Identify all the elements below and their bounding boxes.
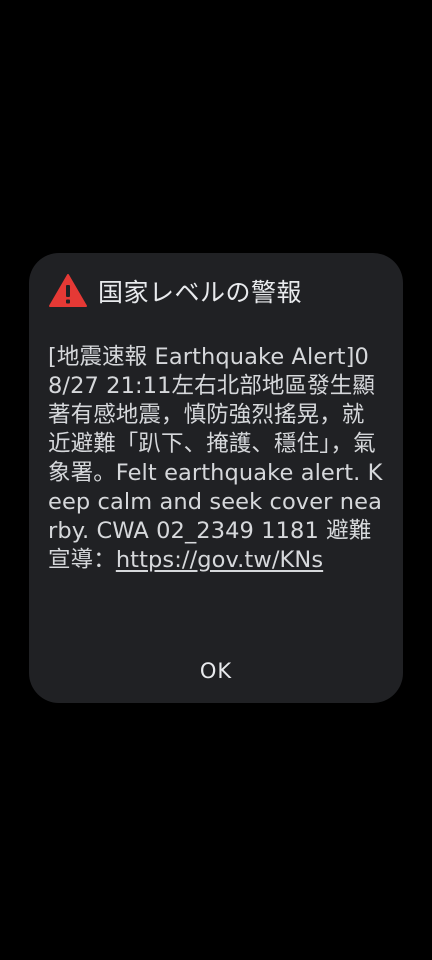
warning-triangle-icon [49,274,87,307]
dialog-actions: OK [29,653,403,689]
alert-message-text: [地震速報 Earthquake Alert]08/27 21:11左右北部地區… [48,344,383,573]
alert-message: [地震速報 Earthquake Alert]08/27 21:11左右北部地區… [48,343,383,575]
alert-link[interactable]: https://gov.tw/KNs [116,547,323,573]
screen: 国家レベルの警報 [地震速報 Earthquake Alert]08/27 21… [0,0,432,960]
dialog-title: 国家レベルの警報 [98,278,303,307]
dialog-header: 国家レベルの警報 [48,271,383,311]
emergency-alert-dialog: 国家レベルの警報 [地震速報 Earthquake Alert]08/27 21… [29,253,403,703]
ok-button[interactable]: OK [180,653,252,689]
